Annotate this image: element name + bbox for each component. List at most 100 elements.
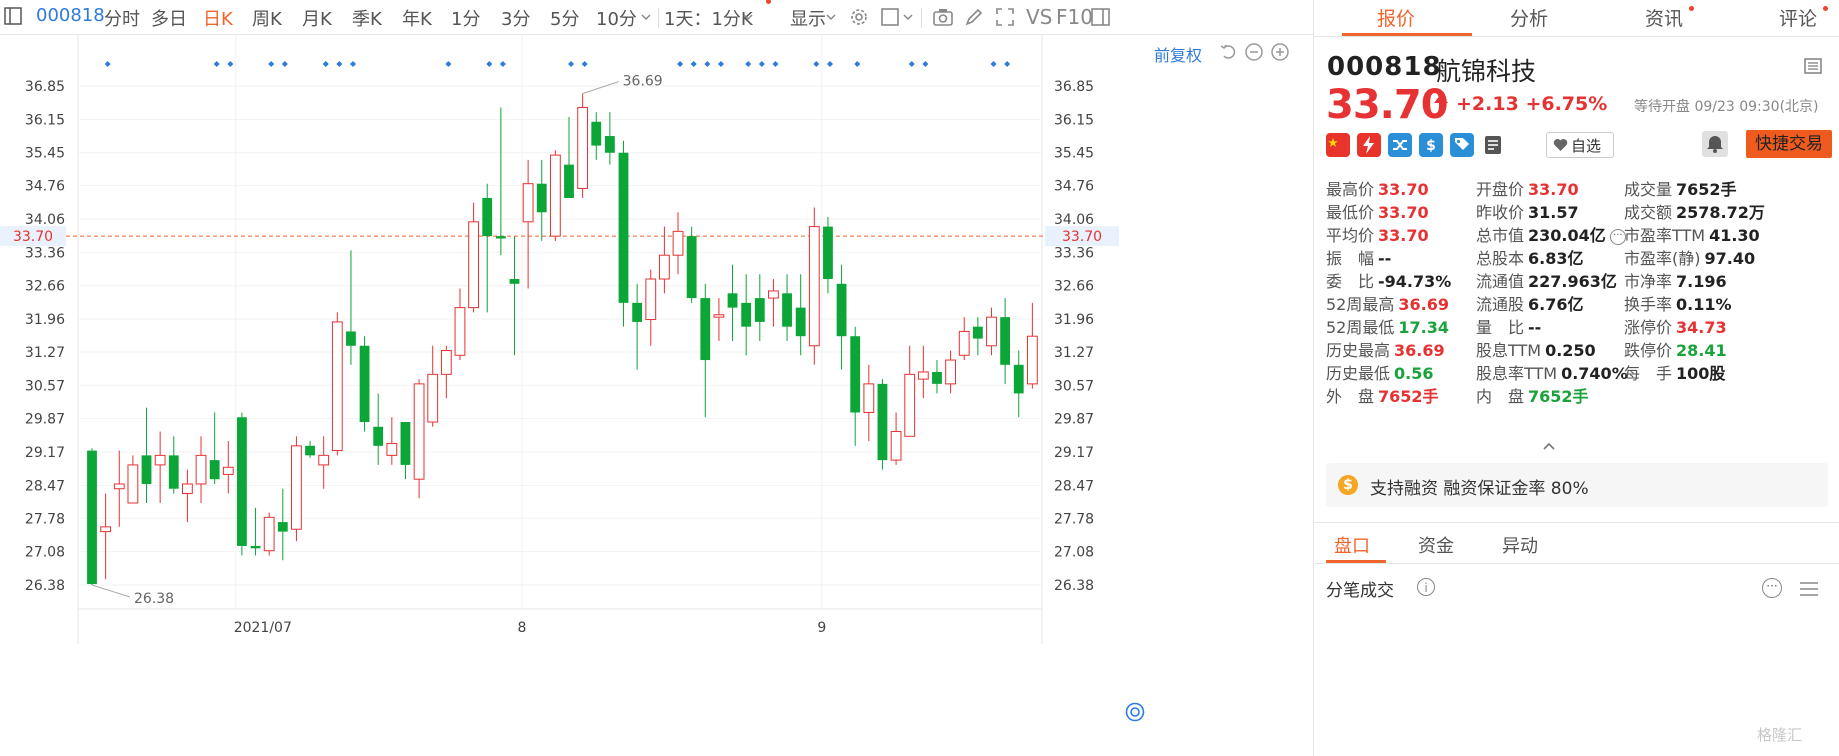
candle-body[interactable] (877, 383, 888, 461)
candle-body[interactable] (754, 298, 765, 322)
candle-body[interactable] (986, 316, 997, 347)
interval-select[interactable]: 1天：1分K (664, 5, 753, 31)
candle-body[interactable] (945, 359, 957, 385)
candle-body[interactable] (686, 236, 697, 299)
cn-flag-icon[interactable] (1326, 133, 1350, 157)
chevron-down-icon[interactable] (825, 11, 837, 23)
tab-news[interactable]: 资讯 (1645, 4, 1683, 31)
candle-body[interactable] (400, 422, 411, 465)
candle-body[interactable] (700, 298, 711, 361)
candle-body[interactable] (454, 307, 466, 356)
camera-icon[interactable] (932, 6, 954, 28)
candle-body[interactable] (741, 302, 752, 327)
list-icon[interactable] (1799, 580, 1819, 598)
candle-body[interactable] (795, 307, 806, 337)
candle-body[interactable] (768, 290, 779, 299)
candle-body[interactable] (141, 455, 152, 484)
subtab-capital[interactable]: 资金 (1418, 532, 1454, 558)
candle-body[interactable] (564, 164, 574, 199)
f10-button[interactable]: F10 (1056, 5, 1093, 29)
candle-body[interactable] (522, 183, 534, 223)
zoom-in-icon[interactable] (1270, 42, 1290, 62)
candle-body[interactable] (373, 426, 384, 446)
tag-icon[interactable] (1450, 133, 1474, 157)
candle-body[interactable] (100, 526, 112, 533)
fullscreen-icon[interactable] (994, 6, 1016, 28)
candle-body[interactable] (645, 278, 657, 321)
stock-code-label[interactable]: 000818 (36, 5, 105, 26)
zoom-out-icon[interactable] (1244, 42, 1264, 62)
more-icon[interactable]: ··· (1762, 578, 1782, 598)
event-marker[interactable] (281, 61, 288, 67)
event-marker[interactable] (704, 61, 711, 67)
period-tab-3min[interactable]: 3分 (501, 5, 530, 31)
period-tab-intraday[interactable]: 分时 (104, 5, 140, 31)
event-marker[interactable] (772, 61, 779, 67)
period-tab-5min[interactable]: 5分 (550, 5, 579, 31)
tab-comments[interactable]: 评论 (1779, 4, 1817, 31)
gear-icon[interactable] (848, 6, 870, 28)
subtab-anomaly[interactable]: 异动 (1502, 532, 1538, 558)
event-marker[interactable] (213, 61, 220, 67)
event-marker[interactable] (349, 61, 356, 67)
candle-body[interactable] (808, 226, 820, 347)
period-tab-quarterly[interactable]: 季K (352, 5, 382, 31)
candle-body[interactable] (250, 545, 261, 549)
event-marker[interactable] (568, 61, 575, 67)
kline-chart-svg[interactable]: 36.85 36.85 36.15 36.15 35.45 35.45 34.76 34.76… (0, 34, 1313, 756)
candle-body[interactable] (577, 106, 589, 189)
candle-body[interactable] (427, 373, 439, 423)
shuffle-icon[interactable] (1388, 133, 1412, 157)
tab-analysis[interactable]: 分析 (1510, 4, 1548, 31)
candle-body[interactable] (850, 336, 861, 413)
candle-body[interactable] (823, 226, 833, 280)
event-marker[interactable] (1004, 61, 1011, 67)
candle-body[interactable] (154, 454, 166, 466)
candle-body[interactable] (509, 279, 520, 284)
event-marker[interactable] (322, 61, 329, 67)
info-icon[interactable]: i (1417, 578, 1435, 596)
candle-body[interactable] (277, 522, 288, 532)
candle-body[interactable] (127, 464, 139, 504)
event-marker[interactable] (499, 61, 506, 67)
candle-body[interactable] (917, 371, 929, 380)
menu-icon[interactable] (1804, 58, 1822, 74)
event-marker[interactable] (268, 61, 275, 67)
candle-body[interactable] (1000, 317, 1011, 365)
quick-trade-button[interactable]: 快捷交易 (1746, 130, 1832, 158)
chart-logo-icon[interactable] (1125, 702, 1145, 722)
candle-body[interactable] (318, 454, 330, 466)
chevron-down-icon[interactable] (640, 11, 652, 23)
candle-body[interactable] (386, 442, 398, 456)
candle-body[interactable] (413, 383, 425, 480)
pencil-icon[interactable] (963, 6, 985, 28)
candle-body[interactable] (440, 350, 452, 375)
chevron-up-icon[interactable] (1542, 441, 1556, 451)
event-marker[interactable] (826, 61, 833, 67)
chevron-down-icon[interactable] (742, 11, 754, 23)
period-tab-daily[interactable]: 日K (203, 5, 233, 31)
candle-body[interactable] (1013, 364, 1024, 394)
chevron-down-icon[interactable] (902, 11, 914, 23)
compare-button[interactable]: VS (1026, 5, 1052, 29)
event-marker[interactable] (581, 61, 588, 67)
panel-toggle-icon[interactable] (1090, 6, 1112, 28)
candle-body[interactable] (618, 152, 629, 303)
kline-chart[interactable]: 36.85 36.85 36.15 36.15 35.45 35.45 34.76 34.76… (0, 34, 1313, 756)
event-marker[interactable] (758, 61, 765, 67)
event-marker[interactable] (486, 61, 493, 67)
period-tab-10min[interactable]: 10分 (596, 5, 637, 31)
candle-body[interactable] (904, 373, 916, 437)
candle-body[interactable] (782, 293, 792, 327)
event-marker[interactable] (717, 61, 724, 67)
event-marker[interactable] (445, 61, 452, 67)
candle-body[interactable] (263, 516, 275, 552)
candle-body[interactable] (468, 221, 480, 309)
alert-button[interactable] (1702, 131, 1728, 157)
tab-quote[interactable]: 报价 (1377, 4, 1415, 31)
sidebar-toggle-icon[interactable] (4, 7, 22, 25)
subtab-orderbook[interactable]: 盘口 (1334, 532, 1370, 558)
candle-body[interactable] (359, 345, 370, 423)
candle-body[interactable] (87, 450, 97, 585)
candle-body[interactable] (672, 230, 684, 256)
